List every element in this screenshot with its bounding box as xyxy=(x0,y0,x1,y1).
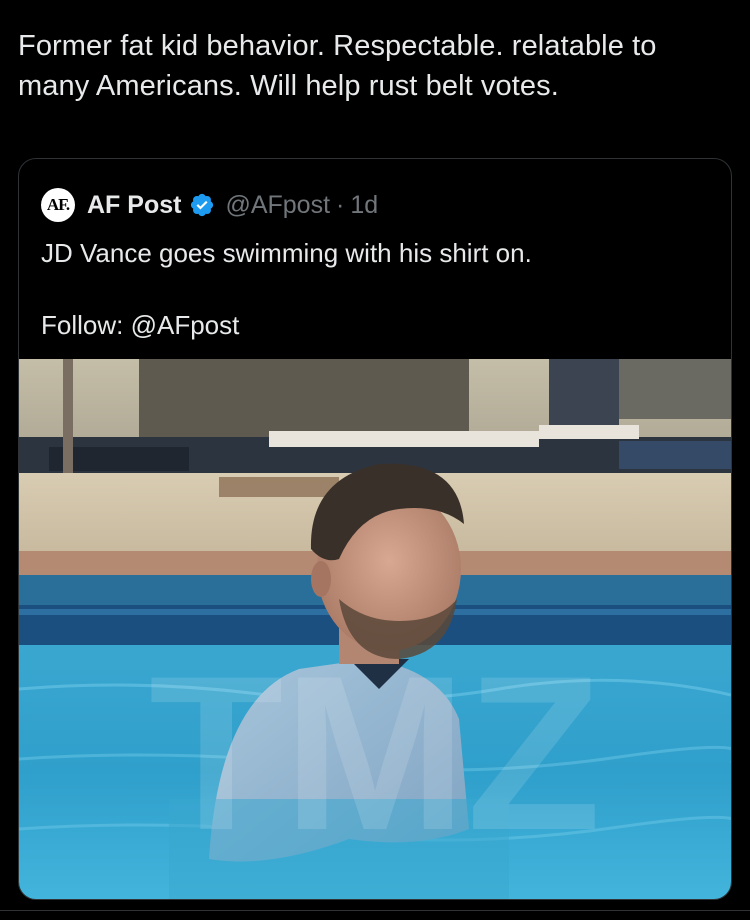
handle[interactable]: @AFpost xyxy=(225,191,330,220)
quoted-text-line: JD Vance goes swimming with his shirt on… xyxy=(41,238,532,268)
verified-badge-icon xyxy=(189,192,215,218)
avatar[interactable]: AF. xyxy=(41,188,75,222)
quoted-post-card[interactable]: AF. AF Post @AFpost · 1d JD Vance goes s… xyxy=(18,158,732,900)
quoted-follow-line: Follow: @AFpost xyxy=(41,310,240,340)
display-name[interactable]: AF Post xyxy=(87,191,181,220)
post-image[interactable]: TMZ xyxy=(19,359,731,899)
quoted-post-header: AF. AF Post @AFpost · 1d xyxy=(41,187,378,223)
separator-dot: · xyxy=(336,190,345,219)
quoted-post-text: JD Vance goes swimming with his shirt on… xyxy=(41,235,711,343)
watermark-tmz: TMZ xyxy=(149,630,601,876)
divider xyxy=(0,910,750,911)
post-text: Former fat kid behavior. Respectable. re… xyxy=(18,30,657,102)
post-age[interactable]: 1d xyxy=(350,191,378,220)
